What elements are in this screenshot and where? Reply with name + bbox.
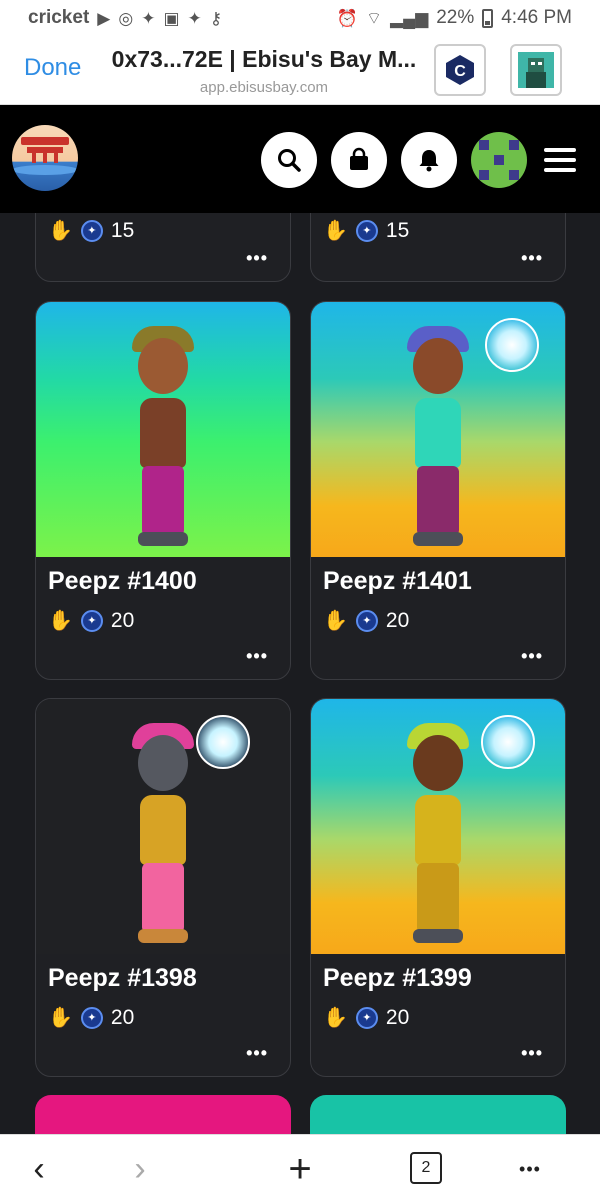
- more-options-button[interactable]: •••: [521, 248, 543, 269]
- more-options-button[interactable]: •••: [246, 1043, 268, 1064]
- card-name[interactable]: Peepz #1400: [36, 557, 290, 596]
- cro-icon: ✦: [80, 219, 103, 242]
- cro-icon: ✦: [355, 609, 378, 632]
- offer-hand-icon[interactable]: ✋: [48, 1005, 73, 1030]
- avatar[interactable]: [471, 132, 527, 188]
- nft-extension-button[interactable]: [510, 44, 562, 96]
- cro-icon: ✦: [80, 609, 103, 632]
- card-name[interactable]: Peepz #1401: [311, 557, 565, 596]
- forward-button[interactable]: ›: [125, 1149, 155, 1189]
- battery-icon: [482, 8, 494, 28]
- cart-button[interactable]: [331, 132, 387, 188]
- more-options-button[interactable]: •••: [246, 646, 268, 667]
- nft-image[interactable]: [36, 699, 290, 954]
- key-icon: ⚷: [209, 8, 223, 28]
- card-name[interactable]: Peepz #1398: [36, 954, 290, 993]
- more-options-button[interactable]: •••: [521, 646, 543, 667]
- card-price: 20: [385, 1005, 410, 1029]
- more-options-button[interactable]: •••: [246, 248, 268, 269]
- gallery-icon: ▣: [163, 8, 180, 28]
- notifications-button[interactable]: [401, 132, 457, 188]
- carrier-label: cricket: [28, 7, 90, 28]
- signal-icon: ▂▄▆: [390, 8, 429, 28]
- back-button[interactable]: ‹: [24, 1149, 54, 1189]
- nft-card[interactable]: Peepz #1399 ✋ ✦ 20 •••: [310, 698, 566, 1077]
- page-url: app.ebisusbay.com: [199, 79, 329, 96]
- site-header: [0, 105, 600, 213]
- offer-hand-icon[interactable]: ✋: [48, 218, 73, 243]
- cro-icon: ✦: [355, 1006, 378, 1029]
- new-tab-button[interactable]: +: [282, 1147, 318, 1191]
- card-price: 15: [385, 218, 410, 242]
- nft-thumbnail-icon: [518, 52, 554, 88]
- alarm-icon: ⏰: [336, 8, 359, 28]
- card-name[interactable]: Peepz #1399: [311, 954, 565, 993]
- bell-icon: [419, 150, 439, 172]
- nft-image[interactable]: [311, 302, 565, 557]
- notification-icon: ◎: [118, 8, 134, 28]
- nft-card-partial[interactable]: [35, 1095, 291, 1134]
- cro-icon: ✦: [80, 1006, 103, 1029]
- nft-card-partial[interactable]: [310, 1095, 566, 1134]
- cronos-extension-button[interactable]: C: [434, 44, 486, 96]
- card-price: 15: [110, 218, 135, 242]
- youtube-icon: ▶: [97, 8, 111, 28]
- bag-icon: [350, 147, 368, 170]
- clock: 4:46 PM: [501, 7, 572, 28]
- nft-card[interactable]: Peepz #1401 ✋ ✦ 20 •••: [310, 301, 566, 680]
- offer-hand-icon[interactable]: ✋: [323, 1005, 348, 1030]
- card-price: 20: [385, 608, 410, 632]
- search-button[interactable]: [261, 132, 317, 188]
- menu-icon[interactable]: [544, 148, 576, 172]
- url-block[interactable]: 0x73...72E | Ebisu's Bay M... app.ebisus…: [104, 46, 424, 96]
- nft-image[interactable]: [36, 302, 290, 557]
- nft-card[interactable]: Peepz #1400 ✋ ✦ 20 •••: [35, 301, 291, 680]
- card-price: 20: [110, 608, 135, 632]
- nft-grid: ✋ ✦ 15 ••• ✋ ✦ 15 ••• Peepz #1400 ✋ ✦ 20…: [0, 213, 600, 1134]
- svg-text:C: C: [454, 63, 466, 80]
- offer-hand-icon[interactable]: ✋: [323, 218, 348, 243]
- nft-card-partial[interactable]: ✋ ✦ 15 •••: [310, 213, 566, 282]
- battery-percent: 22%: [436, 7, 475, 28]
- card-price: 20: [110, 1005, 135, 1029]
- offer-hand-icon[interactable]: ✋: [48, 608, 73, 633]
- cro-icon: ✦: [355, 219, 378, 242]
- more-options-button[interactable]: •••: [510, 1149, 550, 1189]
- browser-bottom-nav: ‹ › + 2 •••: [0, 1134, 600, 1200]
- nft-card-partial[interactable]: ✋ ✦ 15 •••: [35, 213, 291, 282]
- twitter-icon: ✦: [187, 8, 202, 28]
- wifi-icon: ⌔: [366, 8, 382, 28]
- browser-bar: Done 0x73...72E | Ebisu's Bay M... app.e…: [0, 36, 600, 105]
- nft-card[interactable]: Peepz #1398 ✋ ✦ 20 •••: [35, 698, 291, 1077]
- cronos-icon: C: [446, 55, 474, 85]
- status-bar: cricket ▶ ◎ ✦ ▣ ✦ ⚷ ⏰ ⌔ ▂▄▆ 22% 4:46 PM: [0, 0, 600, 36]
- page-title: 0x73...72E | Ebisu's Bay M...: [111, 46, 417, 72]
- tabs-button[interactable]: 2: [410, 1152, 442, 1184]
- ebisus-bay-logo[interactable]: [12, 125, 78, 191]
- nft-image[interactable]: [311, 699, 565, 954]
- twitter-icon: ✦: [141, 8, 156, 28]
- search-icon: [278, 149, 301, 172]
- offer-hand-icon[interactable]: ✋: [323, 608, 348, 633]
- done-button[interactable]: Done: [24, 54, 81, 82]
- more-options-button[interactable]: •••: [521, 1043, 543, 1064]
